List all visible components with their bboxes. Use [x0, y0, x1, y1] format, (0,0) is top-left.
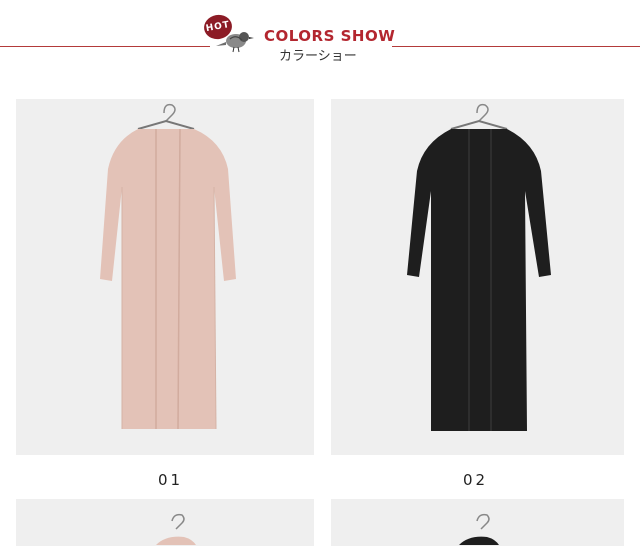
colors-show-header: HOT COLORS SHOW カラーショー: [0, 0, 640, 70]
product-image-pink[interactable]: [16, 99, 314, 455]
bird-icon: [216, 32, 254, 53]
section-title: COLORS SHOW: [264, 27, 396, 45]
product-image-4[interactable]: [331, 499, 624, 546]
product-image-3[interactable]: [16, 499, 314, 546]
cardigan-pink-image: [100, 103, 236, 430]
product-label-01: 01: [158, 471, 184, 489]
product-label-02: 02: [463, 471, 489, 489]
product-image-black[interactable]: [331, 99, 624, 455]
hanger-icon: [476, 513, 490, 530]
hanger-icon: [476, 103, 489, 122]
header-divider-right: [392, 46, 640, 47]
hanger-icon: [171, 513, 185, 530]
section-subtitle: カラーショー: [279, 49, 357, 64]
header-divider-left: [0, 46, 210, 47]
hanger-icon: [163, 103, 176, 122]
cardigan-black-image: [407, 103, 551, 431]
